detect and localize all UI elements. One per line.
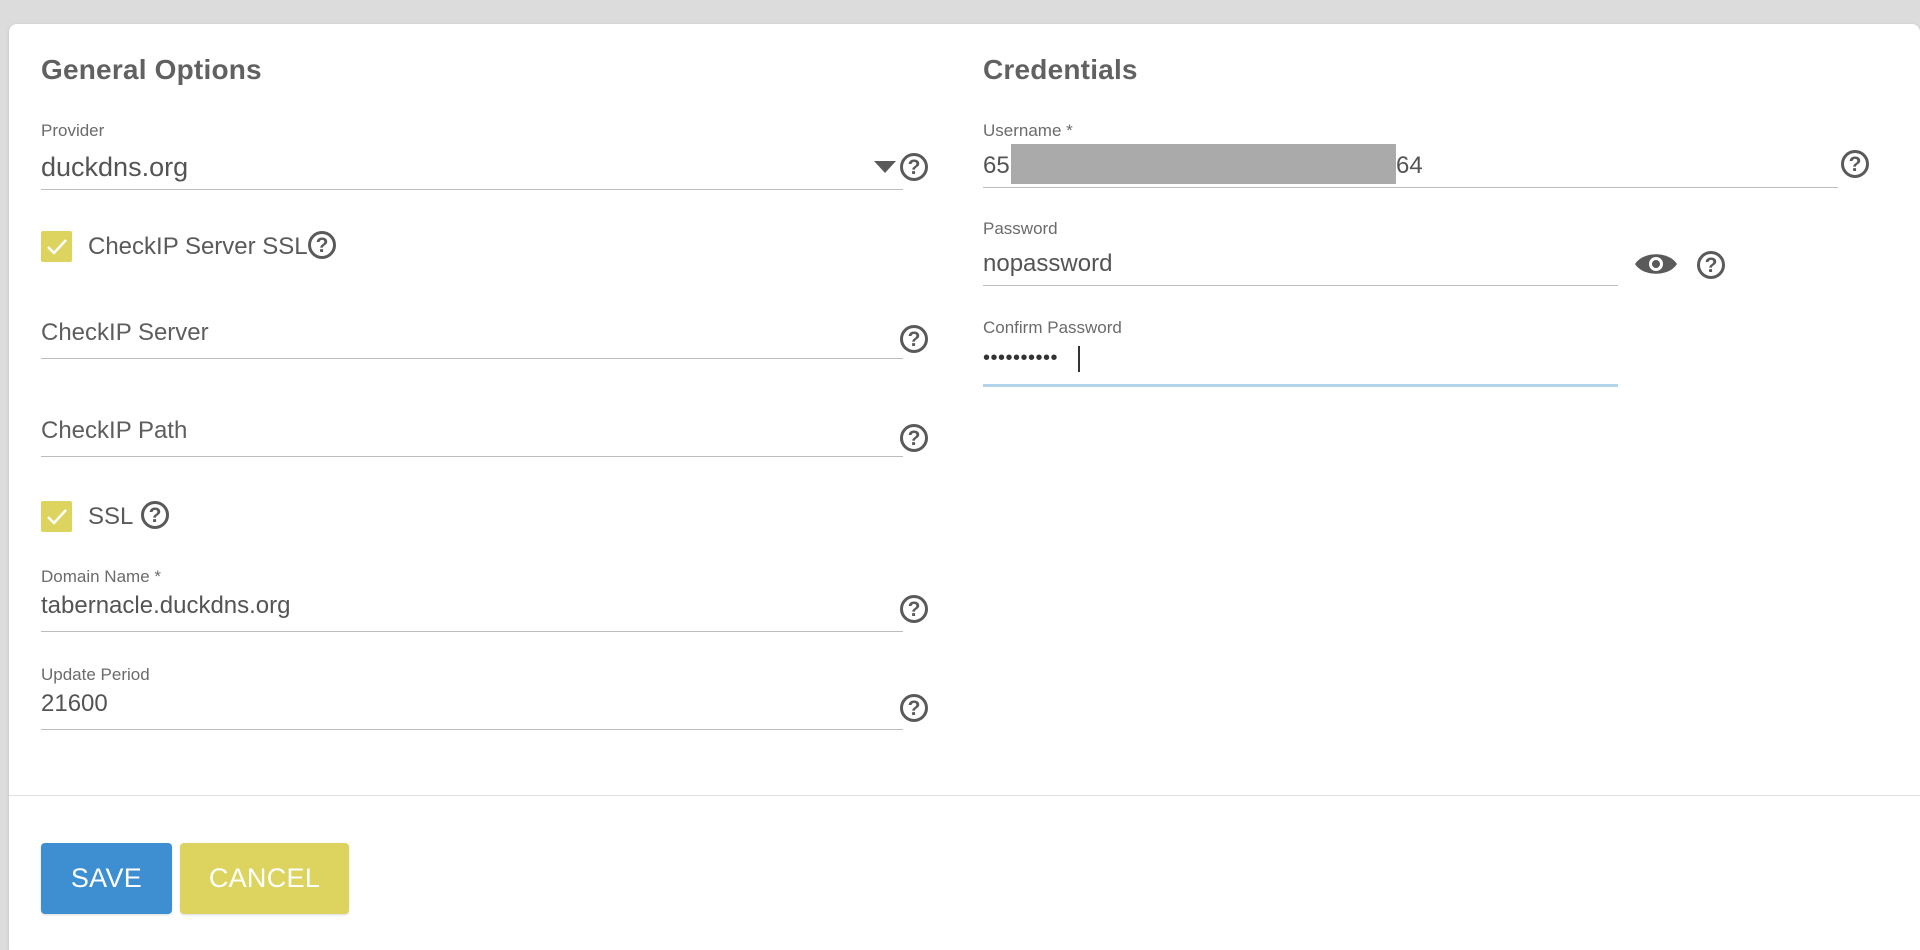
provider-help-icon[interactable]: ? [900,153,928,181]
triangle-down-icon [874,161,896,173]
password-input[interactable]: nopassword [983,244,1618,286]
update-period-help-icon[interactable]: ? [900,694,928,722]
checkip-path-help-icon[interactable]: ? [900,424,928,452]
provider-label: Provider [41,121,105,140]
update-period-underline [41,729,903,730]
username-underline [983,187,1838,188]
save-button[interactable]: SAVE [41,843,172,914]
password-underline [983,285,1618,286]
text-caret [1078,346,1080,372]
ssl-label: SSL [88,503,134,530]
domain-name-input[interactable]: tabernacle.duckdns.org [41,592,903,634]
checkip-server-placeholder: CheckIP Server [41,319,209,346]
credentials-title: Credentials [983,54,1138,85]
domain-name-help-icon[interactable]: ? [900,595,928,623]
password-help-icon[interactable]: ? [1697,251,1725,279]
confirm-password-label: Confirm Password [983,318,1122,337]
checkip-server-help-icon[interactable]: ? [900,325,928,353]
domain-name-value: tabernacle.duckdns.org [41,592,291,619]
confirm-password-value: •••••••••• [983,347,1059,369]
password-value: nopassword [983,250,1113,277]
update-period-input[interactable]: 21600 [41,690,903,732]
checkip-path-placeholder: CheckIP Path [41,417,188,444]
ssl-checkbox[interactable] [41,501,72,532]
checkip-server-ssl-label: CheckIP Server SSL [88,233,308,260]
checkip-server-underline [41,358,903,359]
general-options-title: General Options [41,54,262,85]
checkip-path-underline [41,456,903,457]
checkip-server-ssl-help-icon[interactable]: ? [308,231,336,259]
checkip-path-input[interactable]: CheckIP Path [41,417,903,459]
confirm-password-underline [983,384,1618,387]
checkip-server-ssl-checkbox[interactable] [41,231,72,262]
username-label: Username * [983,121,1073,140]
form-card: General Options Provider duckdns.org ? C… [9,24,1920,950]
checkmark-icon [47,239,67,255]
checkip-server-input[interactable]: CheckIP Server [41,319,903,361]
provider-underline [41,189,903,190]
update-period-label: Update Period [41,665,150,684]
domain-name-underline [41,631,903,632]
cancel-button[interactable]: CANCEL [180,843,349,914]
password-label: Password [983,219,1058,238]
username-input[interactable]: 65 64 [983,144,1838,188]
eye-icon[interactable] [1633,249,1679,279]
provider-select[interactable]: duckdns.org [41,146,903,190]
update-period-value: 21600 [41,690,108,717]
username-help-icon[interactable]: ? [1841,150,1869,178]
checkmark-icon [47,509,67,525]
username-redacted-block [1011,144,1396,184]
provider-select-value: duckdns.org [41,152,189,182]
domain-name-label: Domain Name * [41,567,161,586]
confirm-password-input[interactable]: •••••••••• [983,342,1618,387]
username-value-suffix: 64 [1396,152,1423,179]
ssl-help-icon[interactable]: ? [141,501,169,529]
username-value-prefix: 65 [983,152,1010,179]
footer-divider [9,795,1920,796]
